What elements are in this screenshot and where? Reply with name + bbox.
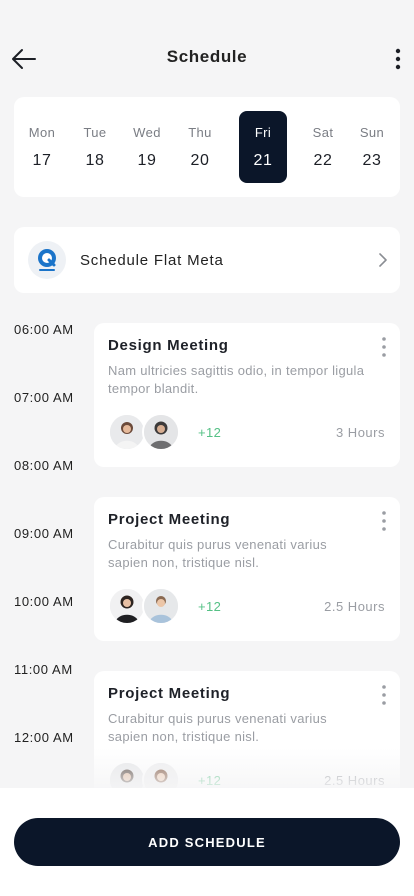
brand-logo-icon	[38, 249, 56, 271]
bottom-action-bar: ADD SCHEDULE	[0, 788, 414, 896]
day-date: 19	[137, 152, 157, 169]
page-title: Schedule	[166, 47, 248, 66]
chevron-right-icon	[378, 252, 388, 273]
event-card[interactable]: Design Meeting Nam ultricies sagittis od…	[94, 323, 400, 467]
event-menu-button[interactable]	[378, 509, 390, 533]
event-duration: 3 Hours	[335, 425, 385, 440]
add-schedule-button[interactable]: ADD SCHEDULE	[14, 818, 400, 866]
event-description: Nam ultricies sagittis odio, in tempor l…	[108, 363, 365, 396]
avatar	[108, 587, 146, 625]
schedule-owner-row[interactable]: Schedule Flat Meta	[14, 227, 400, 293]
day-name: Sat	[312, 125, 334, 140]
event-title: Design Meeting	[108, 337, 229, 354]
avatar	[108, 413, 146, 451]
event-description: Curabitur quis purus venenati varius sap…	[108, 711, 327, 744]
event-menu-button[interactable]	[378, 335, 390, 359]
more-vertical-icon	[382, 511, 386, 531]
day-thu[interactable]: Thu 20	[176, 111, 224, 183]
event-card[interactable]: Project Meeting Curabitur quis purus ven…	[94, 497, 400, 641]
day-date: 20	[190, 152, 210, 169]
day-name: Mon	[28, 125, 56, 140]
time-label: 12:00 AM	[14, 730, 74, 745]
day-date: 21	[253, 152, 273, 169]
day-date: 22	[313, 152, 333, 169]
time-label: 06:00 AM	[14, 322, 74, 337]
avatar	[142, 413, 180, 451]
event-duration: 2.5 Hours	[324, 773, 385, 788]
attendee-avatars[interactable]	[108, 587, 180, 627]
extra-attendee-count: +12	[198, 773, 222, 788]
more-options-button[interactable]	[388, 43, 408, 75]
event-description: Curabitur quis purus venenati varius sap…	[108, 537, 327, 570]
day-sun[interactable]: Sun 23	[348, 111, 396, 183]
brand-logo	[28, 241, 66, 279]
extra-attendee-count: +12	[198, 599, 222, 614]
day-name: Fri	[254, 125, 272, 140]
attendee-avatars[interactable]	[108, 413, 180, 453]
day-date: 23	[362, 152, 382, 169]
time-label: 09:00 AM	[14, 526, 74, 541]
extra-attendee-count: +12	[198, 425, 222, 440]
time-label: 07:00 AM	[14, 390, 74, 405]
event-duration: 2.5 Hours	[324, 599, 385, 614]
more-vertical-icon	[382, 337, 386, 357]
event-menu-button[interactable]	[378, 683, 390, 707]
more-vertical-icon	[395, 48, 401, 70]
day-date: 17	[32, 152, 52, 169]
schedule-owner-name: Schedule Flat Meta	[80, 252, 224, 269]
time-label: 08:00 AM	[14, 458, 74, 473]
day-mon[interactable]: Mon 17	[18, 111, 66, 183]
event-title: Project Meeting	[108, 685, 231, 702]
more-vertical-icon	[382, 685, 386, 705]
day-name: Tue	[83, 125, 107, 140]
day-wed[interactable]: Wed 19	[123, 111, 171, 183]
day-sat[interactable]: Sat 22	[299, 111, 347, 183]
avatar	[142, 587, 180, 625]
day-date: 18	[85, 152, 105, 169]
app-header: Schedule	[0, 0, 414, 100]
day-name: Sun	[359, 125, 385, 140]
day-fri-selected[interactable]: Fri 21	[239, 111, 287, 183]
day-name: Wed	[133, 125, 161, 140]
day-name: Thu	[188, 125, 212, 140]
week-calendar: Mon 17 Tue 18 Wed 19 Thu 20 Fri 21 Sat 2…	[14, 97, 400, 197]
time-label: 11:00 AM	[14, 662, 73, 677]
day-tue[interactable]: Tue 18	[71, 111, 119, 183]
time-label: 10:00 AM	[14, 594, 74, 609]
event-title: Project Meeting	[108, 511, 231, 528]
